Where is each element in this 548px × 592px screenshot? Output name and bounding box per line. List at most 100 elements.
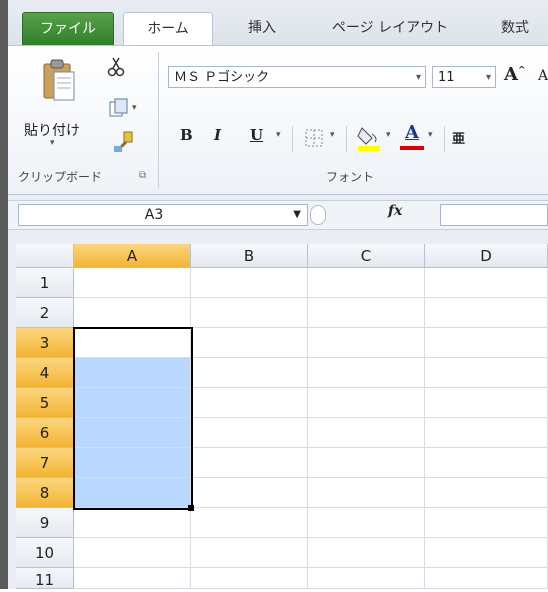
tab-page-layout[interactable]: ページ レイアウト [310, 12, 470, 45]
ribbon: 貼り付け ▾ ▾ クリップボード ⧉ ＭＳ Ｐゴシック ▾ 11 ▾ A^ A … [8, 45, 548, 195]
fill-color-icon[interactable] [356, 124, 382, 152]
font-name-value: ＭＳ Ｐゴシック [174, 70, 270, 85]
cell-c1[interactable] [308, 268, 425, 298]
column-header-c[interactable]: C [308, 244, 425, 268]
cell-a11[interactable] [74, 568, 191, 589]
cell-a10[interactable] [74, 538, 191, 568]
font-color-icon[interactable]: A [400, 122, 424, 152]
cell-b4[interactable] [191, 358, 308, 388]
select-all-corner[interactable] [16, 244, 74, 268]
cell-c4[interactable] [308, 358, 425, 388]
font-size-dropdown-icon[interactable]: ▾ [486, 67, 491, 89]
row-header-1[interactable]: 1 [16, 268, 74, 298]
cell-c10[interactable] [308, 538, 425, 568]
grow-font-icon[interactable]: A^ [504, 64, 526, 85]
cell-d11[interactable] [425, 568, 548, 589]
cell-c11[interactable] [308, 568, 425, 589]
column-header-a[interactable]: A [74, 244, 191, 268]
tab-formulas[interactable]: 数式 [480, 12, 548, 45]
italic-button[interactable]: I [214, 126, 221, 150]
cell-c7[interactable] [308, 448, 425, 478]
cell-c2[interactable] [308, 298, 425, 328]
paste-icon[interactable] [40, 58, 78, 104]
underline-button[interactable]: U [250, 126, 263, 150]
cell-c8[interactable] [308, 478, 425, 508]
row-header-3[interactable]: 3 [16, 328, 74, 358]
cell-d10[interactable] [425, 538, 548, 568]
underline-dropdown-icon[interactable]: ▾ [276, 130, 281, 140]
row-header-9[interactable]: 9 [16, 508, 74, 538]
cell-d5[interactable] [425, 388, 548, 418]
ribbon-tab-row: ファイル ホーム 挿入 ページ レイアウト 数式 [8, 0, 548, 47]
row-header-11[interactable]: 11 [16, 568, 74, 589]
cell-d7[interactable] [425, 448, 548, 478]
cell-d2[interactable] [425, 298, 548, 328]
cell-b11[interactable] [191, 568, 308, 589]
phonetic-guide-icon[interactable]: 亜 [452, 128, 465, 147]
format-separator [444, 126, 445, 152]
row-header-6[interactable]: 6 [16, 418, 74, 448]
cell-b9[interactable] [191, 508, 308, 538]
worksheet-grid[interactable]: A B C D 1 2 3 4 5 6 7 8 9 10 11 [16, 244, 548, 589]
row-header-5[interactable]: 5 [16, 388, 74, 418]
font-name-dropdown-icon[interactable]: ▾ [416, 67, 421, 89]
clipboard-dialog-launcher[interactable]: ⧉ [139, 170, 146, 181]
cell-a2[interactable] [74, 298, 191, 328]
formula-input[interactable] [440, 204, 548, 226]
cell-c3[interactable] [308, 328, 425, 358]
font-name-box[interactable]: ＭＳ Ｐゴシック ▾ [168, 66, 426, 88]
column-header-b[interactable]: B [191, 244, 308, 268]
paste-button-label[interactable]: 貼り付け [24, 120, 80, 140]
shrink-font-icon[interactable]: A [538, 68, 548, 84]
paste-dropdown-arrow[interactable]: ▾ [50, 138, 55, 148]
font-group-label: フォント [326, 170, 375, 184]
cell-d4[interactable] [425, 358, 548, 388]
row-header-8[interactable]: 8 [16, 478, 74, 508]
cell-b3[interactable] [191, 328, 308, 358]
formula-bar-circle-icon [310, 205, 326, 225]
cell-b6[interactable] [191, 418, 308, 448]
tab-home[interactable]: ホーム [123, 12, 213, 47]
cut-icon[interactable] [106, 56, 126, 78]
cell-b10[interactable] [191, 538, 308, 568]
cell-c5[interactable] [308, 388, 425, 418]
clipboard-group-label: クリップボード [18, 170, 103, 184]
font-color-dropdown-icon[interactable]: ▾ [428, 130, 433, 140]
row-header-10[interactable]: 10 [16, 538, 74, 568]
cell-d1[interactable] [425, 268, 548, 298]
row-header-7[interactable]: 7 [16, 448, 74, 478]
tab-insert[interactable]: 挿入 [232, 12, 292, 45]
cell-d3[interactable] [425, 328, 548, 358]
name-box-dropdown-icon[interactable]: ▼ [293, 205, 301, 225]
tab-file[interactable]: ファイル [22, 12, 114, 47]
borders-icon[interactable] [304, 128, 324, 148]
name-box[interactable]: A3 ▼ [18, 204, 308, 226]
cell-a9[interactable] [74, 508, 191, 538]
cell-d8[interactable] [425, 478, 548, 508]
column-header-d[interactable]: D [425, 244, 548, 268]
group-separator [158, 52, 159, 188]
cell-d9[interactable] [425, 508, 548, 538]
cell-b1[interactable] [191, 268, 308, 298]
row-header-4[interactable]: 4 [16, 358, 74, 388]
cell-d6[interactable] [425, 418, 548, 448]
format-painter-icon[interactable] [112, 130, 136, 154]
svg-text:▾: ▾ [132, 103, 137, 113]
cell-a1[interactable] [74, 268, 191, 298]
copy-icon[interactable]: ▾ [108, 98, 142, 118]
cell-c9[interactable] [308, 508, 425, 538]
cell-b5[interactable] [191, 388, 308, 418]
cell-c6[interactable] [308, 418, 425, 448]
font-size-box[interactable]: 11 ▾ [432, 66, 496, 88]
row-header-2[interactable]: 2 [16, 298, 74, 328]
borders-dropdown-icon[interactable]: ▾ [330, 130, 335, 140]
active-cell-border [73, 327, 193, 510]
fill-color-dropdown-icon[interactable]: ▾ [386, 130, 391, 140]
bold-button[interactable]: B [180, 126, 193, 150]
insert-function-icon[interactable]: fx [388, 203, 402, 219]
fill-handle[interactable] [188, 505, 194, 511]
cell-b7[interactable] [191, 448, 308, 478]
cell-b2[interactable] [191, 298, 308, 328]
formula-bar: A3 ▼ fx [8, 200, 548, 230]
cell-b8[interactable] [191, 478, 308, 508]
